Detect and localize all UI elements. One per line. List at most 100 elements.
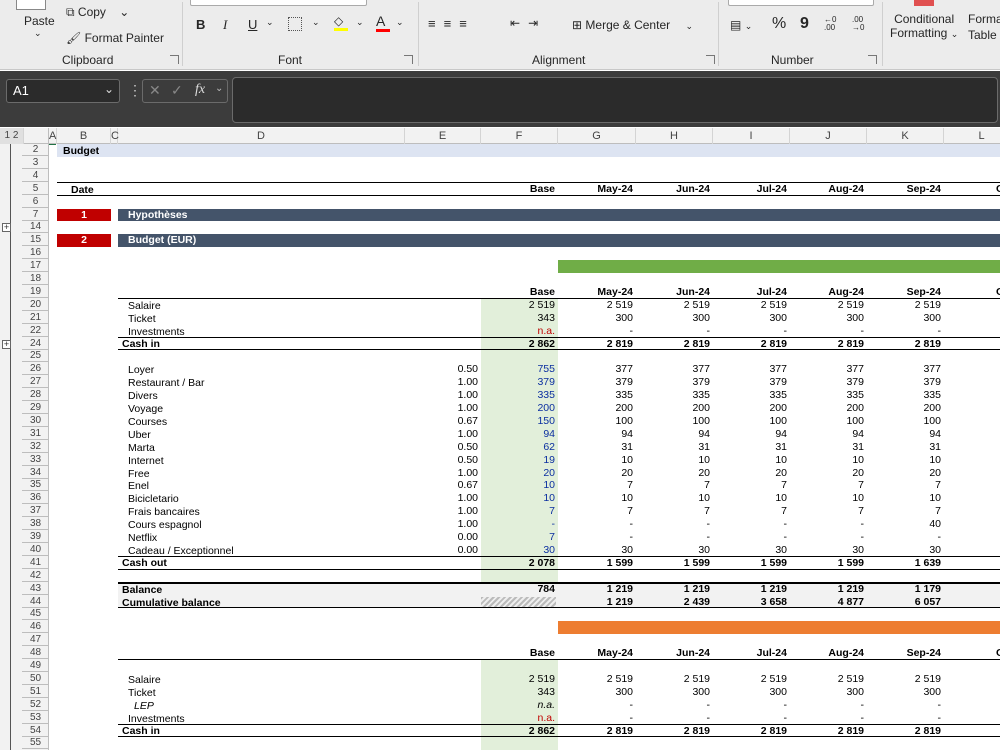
merge-center-button[interactable]: ⊞ Merge & Center ⌄ <box>572 18 693 32</box>
chevron-down-icon[interactable]: ⌄ <box>312 17 320 28</box>
row-header-4[interactable]: 4 <box>22 170 49 182</box>
chevron-down-icon[interactable]: ⌄ <box>685 21 693 31</box>
chevron-down-icon[interactable]: ⌄ <box>34 28 55 39</box>
conditional-formatting-button[interactable]: Conditional Formatting ⌄ <box>890 0 958 40</box>
column-header-c[interactable]: C <box>111 128 119 144</box>
expand-plus-icon[interactable]: + <box>2 223 11 233</box>
decrease-decimal-button[interactable]: .00 →0 <box>852 16 872 32</box>
font-color-button[interactable]: A <box>376 13 390 32</box>
dialog-launcher-icon[interactable] <box>404 55 413 64</box>
row-header-21[interactable]: 21 <box>22 312 49 324</box>
row-header-18[interactable]: 18 <box>22 273 49 285</box>
chevron-down-icon[interactable]: ⌄ <box>104 82 114 96</box>
chevron-down-icon[interactable]: ⌄ <box>356 17 364 28</box>
currency-button[interactable]: ▤ ⌄ <box>730 18 752 32</box>
row-header-45[interactable]: 45 <box>22 608 49 621</box>
number-format-box[interactable] <box>728 0 874 6</box>
row-header-7[interactable]: 7 <box>22 209 49 221</box>
row-header-6[interactable]: 6 <box>22 196 49 208</box>
chevron-down-icon[interactable]: ⌄ <box>396 17 404 28</box>
column-header-i[interactable]: I <box>713 128 790 144</box>
row-header-25[interactable]: 25 <box>22 350 49 363</box>
row-header-27[interactable]: 27 <box>22 376 49 389</box>
insert-function-icon[interactable]: fx <box>195 82 205 98</box>
align-left-icon[interactable]: ≡ <box>428 16 444 31</box>
column-header-b[interactable]: B <box>57 128 111 144</box>
row-header-32[interactable]: 32 <box>22 441 49 453</box>
font-name-box[interactable] <box>190 0 367 6</box>
name-box[interactable]: A1 ⌄ <box>6 79 120 103</box>
row-header-17[interactable]: 17 <box>22 260 49 273</box>
row-header-42[interactable]: 42 <box>22 570 49 582</box>
outline-level-1[interactable]: 1 <box>5 130 11 141</box>
column-header-d[interactable]: D <box>118 128 405 144</box>
row-header-48[interactable]: 48 <box>22 647 49 660</box>
row-header-16[interactable]: 16 <box>22 247 49 260</box>
indent-buttons[interactable]: ⇤⇥ <box>510 16 546 30</box>
enter-icon[interactable]: ✓ <box>171 82 183 99</box>
paste-button[interactable]: Paste ⌄ <box>8 0 55 39</box>
align-right-icon[interactable]: ≡ <box>459 16 475 31</box>
expand-plus-icon[interactable]: + <box>2 339 11 349</box>
row-header-51[interactable]: 51 <box>22 686 49 698</box>
row-header-50[interactable]: 50 <box>22 673 49 685</box>
copy-button[interactable]: ⧉ Copy ⌄ <box>66 5 129 20</box>
cancel-icon[interactable]: ✕ <box>149 82 161 99</box>
row-header-28[interactable]: 28 <box>22 389 49 402</box>
row-header-36[interactable]: 36 <box>22 492 49 505</box>
percent-button[interactable]: % <box>772 15 786 33</box>
align-buttons[interactable]: ≡≡≡ <box>428 16 475 31</box>
row-header-14[interactable]: 14 <box>22 221 49 234</box>
row-header-34[interactable]: 34 <box>22 467 49 479</box>
fill-color-button[interactable]: ◇ <box>334 14 348 31</box>
format-as-table-button[interactable]: Forma Table <box>968 12 1000 42</box>
chevron-down-icon[interactable]: ⌄ <box>119 5 129 19</box>
chevron-down-icon[interactable]: ⌄ <box>266 17 274 28</box>
row-header-15[interactable]: 15 <box>22 234 49 247</box>
align-center-icon[interactable]: ≡ <box>444 16 460 31</box>
column-header-f[interactable]: F <box>481 128 558 144</box>
row-header-54[interactable]: 54 <box>22 725 49 737</box>
decrease-indent-icon[interactable]: ⇤ <box>510 16 528 30</box>
comma-style-button[interactable]: 9 <box>800 15 809 33</box>
row-header-53[interactable]: 53 <box>22 712 49 724</box>
dialog-launcher-icon[interactable] <box>706 55 715 64</box>
borders-icon[interactable] <box>288 17 302 31</box>
row-header-22[interactable]: 22 <box>22 325 49 337</box>
row-header-47[interactable]: 47 <box>22 634 49 647</box>
underline-button[interactable]: U <box>248 17 257 32</box>
column-header-l[interactable]: L <box>944 128 1000 144</box>
sheet-grid[interactable]: Budget Date Base May-24 Jun-24 Jul-24 Aug-24 Se… <box>49 144 1000 750</box>
increase-decimal-button[interactable]: ←0 .00 <box>824 16 844 32</box>
chevron-down-icon[interactable]: ⌄ <box>745 21 753 31</box>
row-header-26[interactable]: 26 <box>22 363 49 376</box>
row-header-2[interactable]: 2 <box>22 144 49 156</box>
increase-indent-icon[interactable]: ⇥ <box>528 16 546 30</box>
row-header-43[interactable]: 43 <box>22 583 49 595</box>
column-header-a[interactable]: A <box>49 128 57 144</box>
row-header-5[interactable]: 5 <box>22 183 49 195</box>
row-header-39[interactable]: 39 <box>22 531 49 543</box>
outline-level-buttons[interactable]: 1 2 <box>0 128 24 144</box>
formula-input[interactable] <box>232 77 998 123</box>
row-header-19[interactable]: 19 <box>22 286 49 298</box>
column-header-e[interactable]: E <box>405 128 481 144</box>
row-header-38[interactable]: 38 <box>22 518 49 531</box>
more-icon[interactable]: ⋮ <box>128 82 142 99</box>
row-header-55[interactable]: 55 <box>22 737 49 750</box>
row-header-37[interactable]: 37 <box>22 505 49 518</box>
column-header-g[interactable]: G <box>558 128 636 144</box>
format-painter-button[interactable]: 🖌 Format Painter <box>66 31 164 45</box>
row-header-30[interactable]: 30 <box>22 415 49 427</box>
row-header-40[interactable]: 40 <box>22 544 49 556</box>
dialog-launcher-icon[interactable] <box>868 55 877 64</box>
row-header-49[interactable]: 49 <box>22 660 49 672</box>
row-header-44[interactable]: 44 <box>22 596 49 608</box>
row-header-31[interactable]: 31 <box>22 428 49 440</box>
row-header-20[interactable]: 20 <box>22 299 49 311</box>
bold-button[interactable]: B <box>196 17 205 32</box>
column-header-k[interactable]: K <box>867 128 944 144</box>
row-header-35[interactable]: 35 <box>22 479 49 492</box>
column-header-h[interactable]: H <box>636 128 713 144</box>
row-header-52[interactable]: 52 <box>22 699 49 711</box>
